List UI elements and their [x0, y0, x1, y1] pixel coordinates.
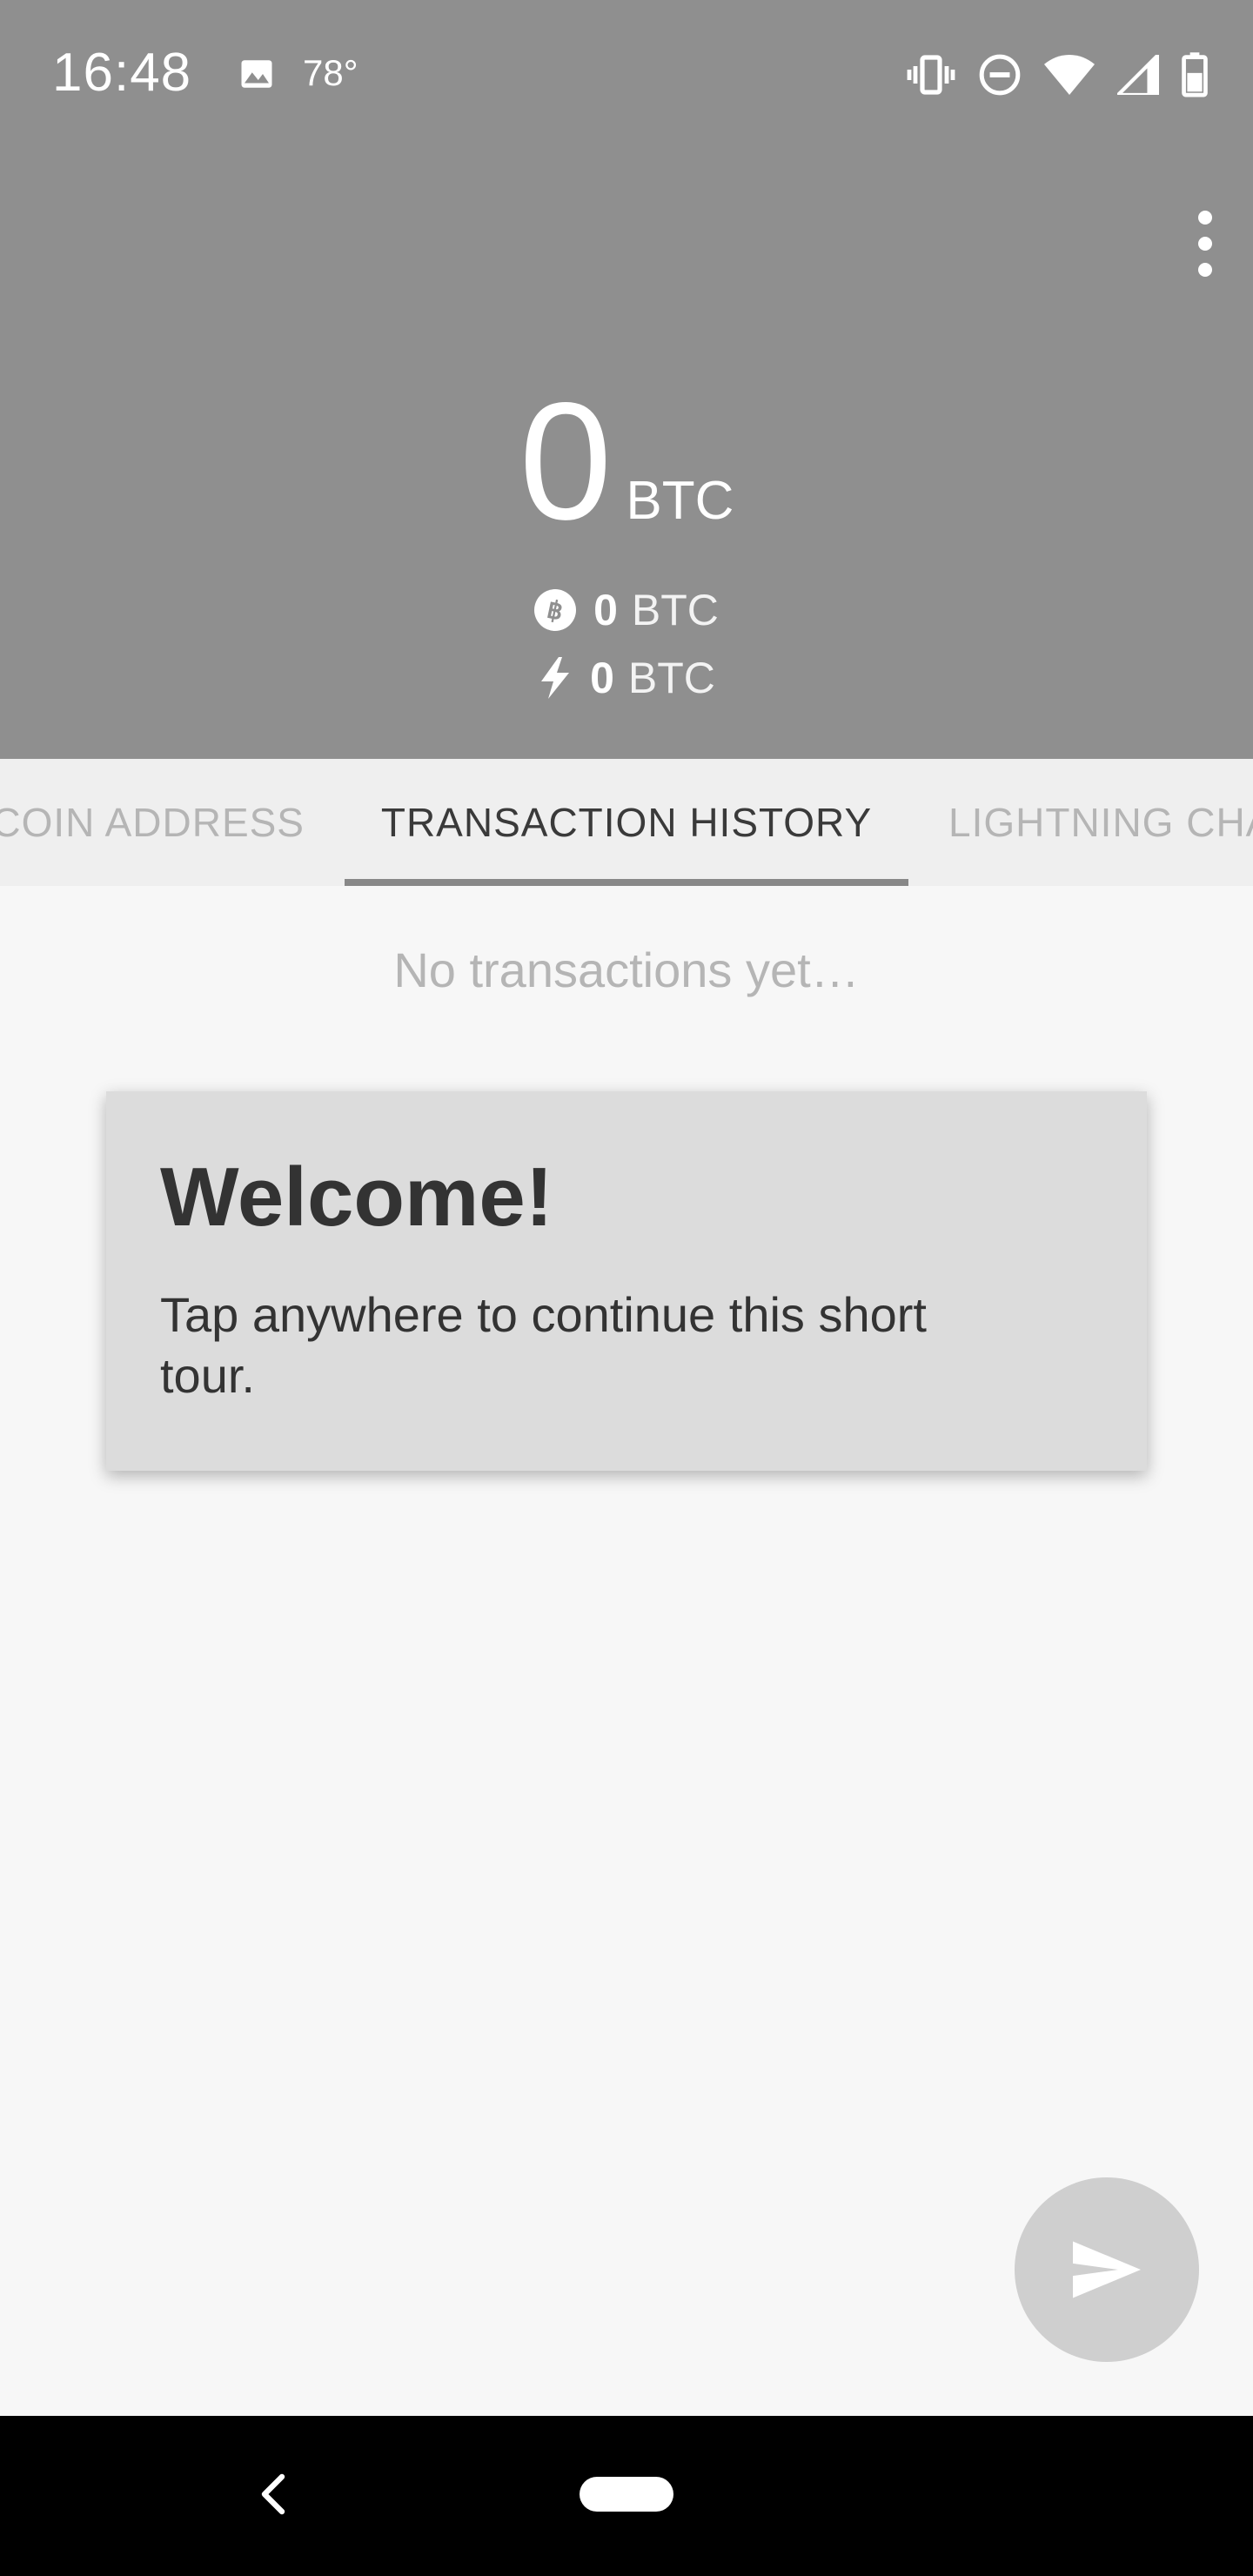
- home-pill-icon[interactable]: [580, 2477, 673, 2512]
- total-balance: 0 BTC: [0, 374, 1253, 548]
- wallet-header: 16:48 78° 0 BTC ฿ 0 BTC 0 BTC: [0, 0, 1253, 759]
- image-icon: [241, 60, 272, 88]
- lightning-icon: [541, 657, 570, 699]
- balance-unit: BTC: [626, 471, 734, 531]
- onchain-amount: 0: [593, 586, 618, 634]
- send-button[interactable]: [1015, 2177, 1199, 2362]
- more-vert-icon[interactable]: [1183, 200, 1227, 287]
- lightning-amount: 0: [590, 654, 614, 702]
- tab-bar: TCOIN ADDRESS TRANSACTION HISTORY LIGHTN…: [0, 759, 1253, 886]
- do-not-disturb-icon: [979, 54, 1021, 96]
- lightning-unit: BTC: [627, 654, 715, 702]
- tab-indicator: [345, 879, 908, 886]
- system-nav-bar: [0, 2416, 1253, 2576]
- tour-title: Welcome!: [160, 1150, 553, 1244]
- cell-signal-icon: [1117, 55, 1159, 95]
- app-screen: 16:48 78° 0 BTC ฿ 0 BTC 0 BTC TCOIN ADDR…: [0, 0, 1253, 2576]
- bitcoin-icon: ฿: [534, 589, 577, 631]
- wifi-icon: [1044, 55, 1095, 95]
- battery-icon: [1182, 52, 1208, 97]
- tab-transaction-history[interactable]: TRANSACTION HISTORY: [345, 759, 908, 886]
- lightning-balance: 0 BTC: [0, 653, 1253, 703]
- send-icon: [1073, 2241, 1141, 2298]
- onchain-unit: BTC: [631, 586, 719, 634]
- tour-welcome-card[interactable]: Welcome! Tap anywhere to continue this s…: [106, 1091, 1147, 1471]
- empty-transactions-message: No transactions yet…: [393, 943, 860, 997]
- tab-bitcoin-address[interactable]: TCOIN ADDRESS: [0, 759, 305, 886]
- tab-lightning-channels[interactable]: LIGHTNING CHA: [948, 759, 1253, 886]
- status-temperature: 78°: [303, 52, 358, 93]
- balance-amount: 0: [519, 367, 613, 554]
- onchain-balance: ฿ 0 BTC: [0, 585, 1253, 635]
- status-icons: [907, 50, 1208, 99]
- tour-body: Tap anywhere to continue this short tour…: [160, 1287, 927, 1403]
- vibrate-icon: [907, 55, 955, 95]
- status-bar: 16:48 78°: [0, 0, 1253, 148]
- status-time: 16:48: [52, 43, 192, 103]
- back-icon[interactable]: [252, 2470, 294, 2519]
